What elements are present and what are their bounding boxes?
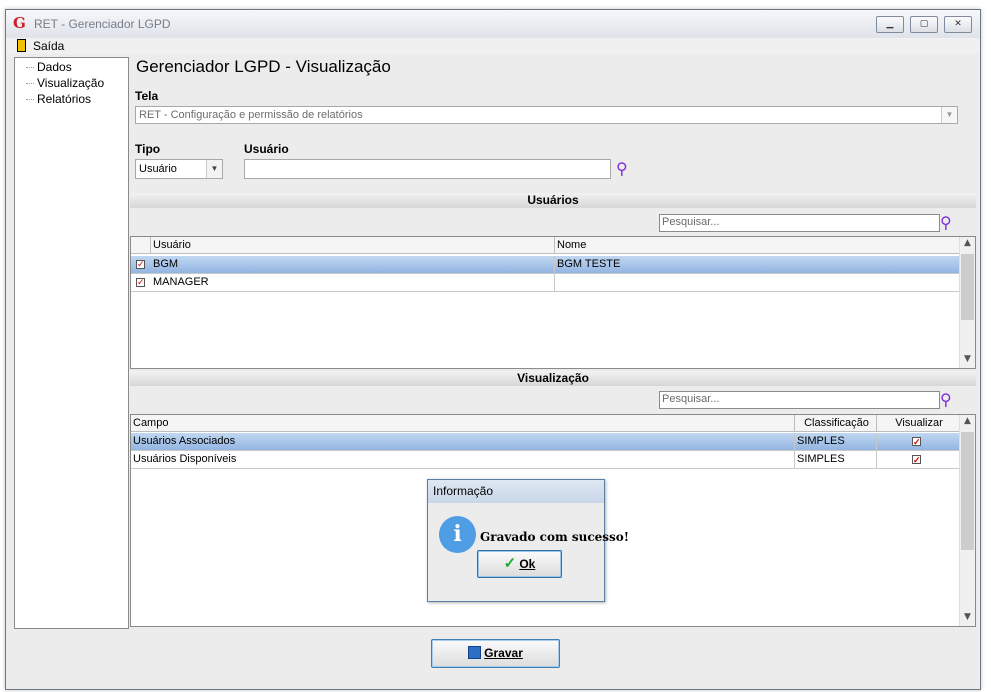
tela-dropdown-icon[interactable]: ▼ [941, 107, 957, 123]
nav-item-visualizacao[interactable]: Visualização [37, 76, 104, 90]
tipo-combo-value: Usuário [139, 163, 177, 175]
usuarios-search-icon[interactable]: ⚲ [940, 215, 952, 231]
info-icon: i [439, 516, 476, 553]
check-icon: ✓ [503, 555, 517, 572]
table-row[interactable]: Usuários Associados SIMPLES ✓ [131, 433, 960, 451]
exit-menu-label: Saída [33, 39, 65, 53]
row-classificacao: SIMPLES [795, 433, 877, 450]
ok-button-label: Ok [519, 557, 536, 571]
exit-door-icon [17, 39, 26, 52]
app-window: G RET - Gerenciador LGPD ▁ ▢ ✕ Saída Dad… [5, 9, 981, 690]
usuario-input[interactable] [244, 159, 611, 179]
title-bar: G RET - Gerenciador LGPD ▁ ▢ ✕ [6, 10, 980, 38]
minimize-icon: ▁ [886, 19, 894, 29]
row-nome: BGM TESTE [557, 258, 621, 270]
visualizar-checkbox[interactable]: ✓ [912, 437, 921, 447]
usuarios-col-nome[interactable]: Nome [555, 237, 960, 254]
save-button-label: Gravar [484, 646, 523, 660]
visualizacao-col-classificacao[interactable]: Classificação [795, 415, 877, 432]
info-dialog: Informação i Gravado com sucesso! ✓ Ok [427, 479, 629, 602]
table-row[interactable]: Usuários Disponíveis SIMPLES ✓ [131, 451, 960, 469]
visualizacao-search-icon[interactable]: ⚲ [940, 392, 952, 408]
scroll-down-icon[interactable]: ▼ [960, 354, 975, 364]
save-button[interactable]: Gravar [431, 639, 560, 668]
table-row[interactable]: ✓ MANAGER [131, 274, 960, 292]
row-checkbox[interactable]: ✓ [136, 260, 145, 270]
maximize-icon: ▢ [919, 19, 929, 29]
scroll-down-icon[interactable]: ▼ [960, 612, 975, 622]
window-title: RET - Gerenciador LGPD [34, 17, 171, 31]
usuario-label: Usuário [244, 142, 289, 156]
dialog-title: Informação [428, 480, 604, 503]
nav-item-dados[interactable]: Dados [37, 60, 72, 74]
row-nome [555, 274, 960, 291]
ok-button[interactable]: ✓ Ok [477, 550, 562, 578]
row-usuario: BGM [151, 256, 555, 273]
app-logo-icon: G [13, 14, 26, 32]
scroll-up-icon[interactable]: ▲ [960, 416, 975, 426]
menu-bar: Saída [6, 38, 980, 54]
tela-combo-value: RET - Configuração e permissão de relató… [139, 109, 363, 121]
scroll-thumb[interactable] [961, 254, 974, 320]
row-campo: Usuários Disponíveis [131, 451, 795, 468]
visualizacao-col-campo[interactable]: Campo [131, 415, 795, 432]
usuario-search-icon[interactable]: ⚲ [616, 161, 628, 177]
row-classificacao: SIMPLES [795, 451, 877, 468]
scroll-thumb[interactable] [961, 432, 974, 550]
tipo-combo[interactable]: Usuário ▼ [135, 159, 223, 179]
close-button[interactable]: ✕ [944, 16, 972, 33]
tela-label: Tela [135, 89, 159, 103]
minimize-button[interactable]: ▁ [876, 16, 904, 33]
close-icon: ✕ [954, 19, 962, 29]
visualizacao-col-visualizar[interactable]: Visualizar [877, 415, 960, 432]
row-campo: Usuários Associados [131, 433, 795, 450]
tipo-label: Tipo [135, 142, 161, 156]
page-title: Gerenciador LGPD - Visualização [136, 57, 391, 76]
usuarios-section-header: Usuários [130, 193, 976, 208]
maximize-button[interactable]: ▢ [910, 16, 938, 33]
tela-combo[interactable]: RET - Configuração e permissão de relató… [135, 106, 958, 124]
usuarios-scrollbar[interactable]: ▲ ▼ [959, 237, 975, 368]
nav-tree: Dados Visualização Relatórios [14, 57, 129, 629]
nav-item-relatorios[interactable]: Relatórios [37, 92, 91, 106]
row-checkbox[interactable]: ✓ [136, 278, 145, 288]
table-row[interactable]: ✓ BGM BGM TESTE [131, 256, 960, 274]
tipo-dropdown-icon[interactable]: ▼ [206, 160, 222, 178]
usuarios-grid: Usuário Nome ✓ BGM BGM TESTE ✓ MANAGER ▲… [130, 236, 976, 369]
usuarios-col-usuario[interactable]: Usuário [151, 237, 555, 254]
visualizacao-search-input[interactable]: Pesquisar... [659, 391, 940, 409]
scroll-up-icon[interactable]: ▲ [960, 238, 975, 248]
dialog-message: Gravado com sucesso! [480, 530, 630, 544]
visualizacao-section-header: Visualização [130, 371, 976, 386]
usuarios-search-input[interactable]: Pesquisar... [659, 214, 940, 232]
visualizar-checkbox[interactable]: ✓ [912, 455, 921, 465]
row-usuario: MANAGER [151, 274, 555, 291]
visualizacao-scrollbar[interactable]: ▲ ▼ [959, 415, 975, 626]
floppy-disk-icon [468, 646, 482, 660]
exit-menu-item[interactable]: Saída [14, 38, 70, 54]
